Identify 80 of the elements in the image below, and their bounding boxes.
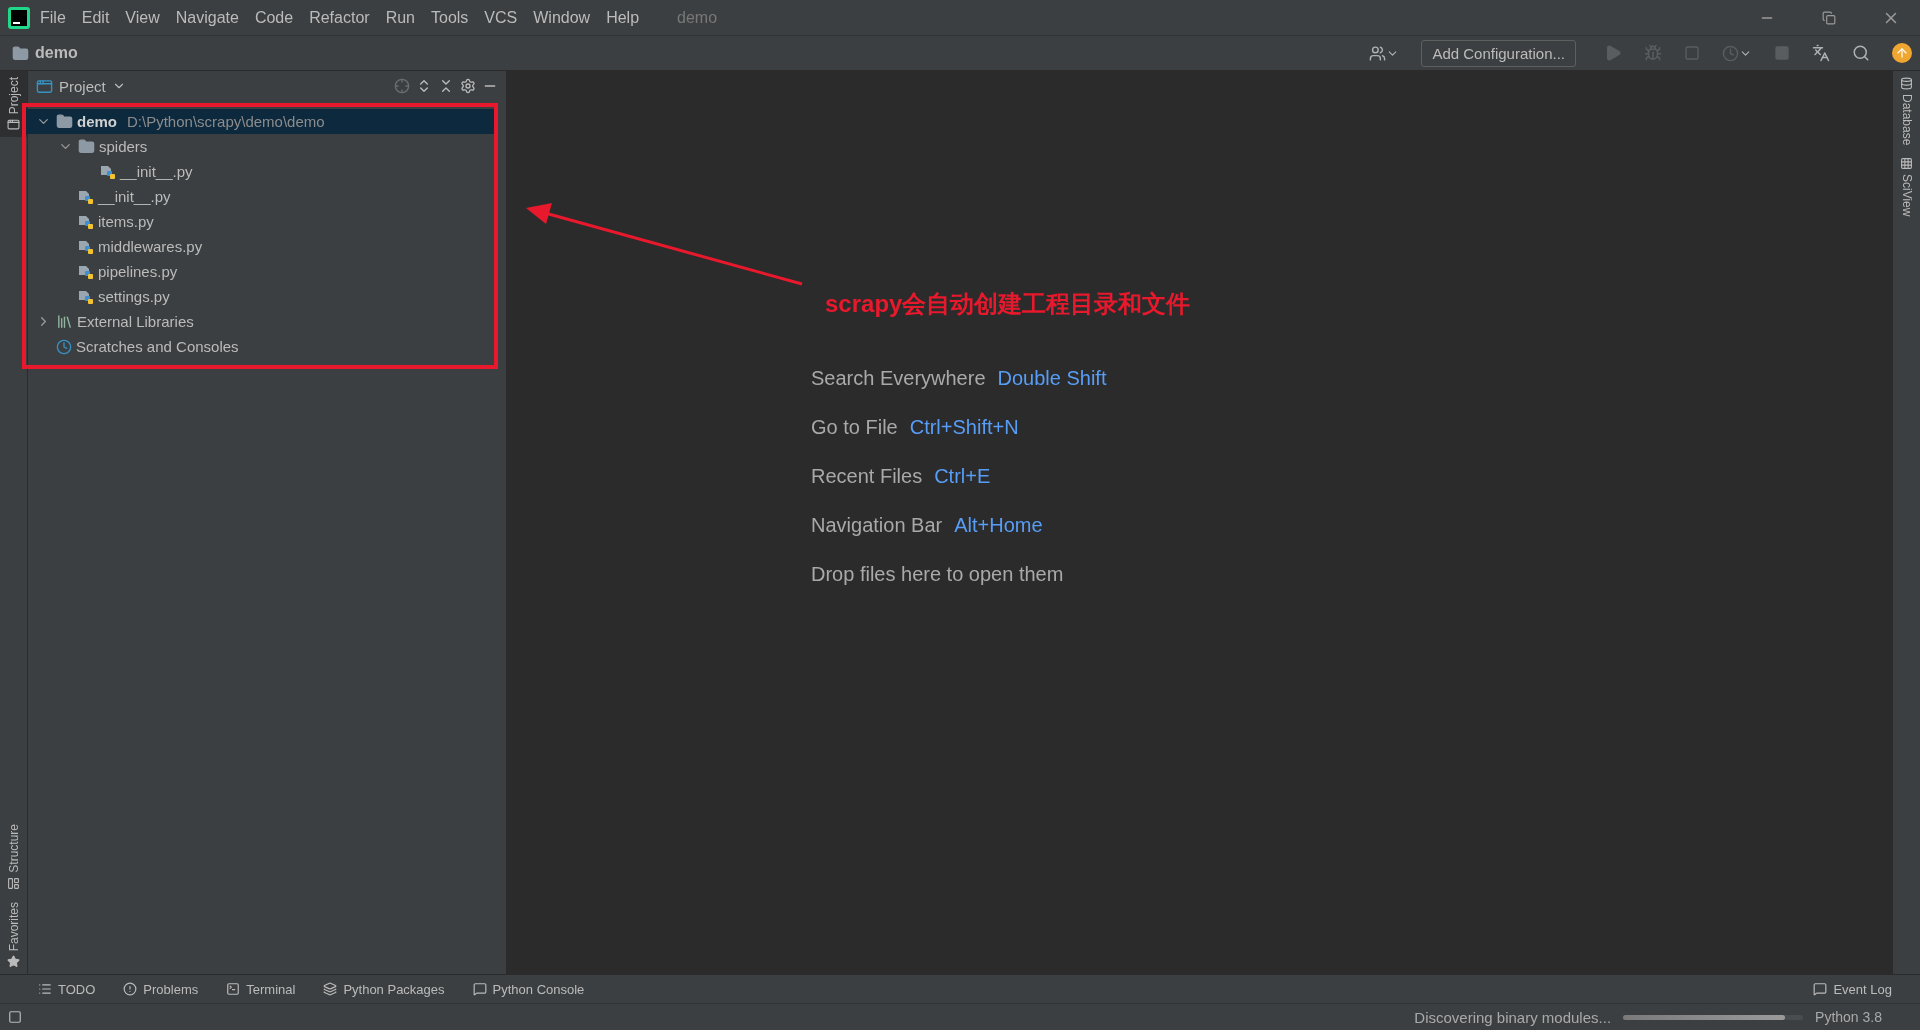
side-tab[interactable]: Favorites <box>0 895 27 974</box>
panel-title[interactable]: Project <box>59 77 106 95</box>
tree-item[interactable]: Scratches and Consoles <box>26 334 494 359</box>
star-icon <box>7 955 20 968</box>
tree-item[interactable]: pipelines.py <box>26 259 494 284</box>
shortcut-text: Alt+Home <box>954 514 1043 537</box>
menu-item[interactable]: Navigate <box>169 8 245 27</box>
tree-item[interactable]: demo D:\Python\scrapy\demo\demo <box>26 109 494 134</box>
menu-item[interactable]: Edit <box>75 8 116 27</box>
file-name: demo <box>77 113 117 130</box>
menu-item[interactable]: View <box>119 8 166 27</box>
file-name: Scratches and Consoles <box>76 338 239 355</box>
side-tab[interactable]: Structure <box>0 817 27 896</box>
file-name: middlewares.py <box>98 238 203 255</box>
update-icon[interactable] <box>1892 43 1912 63</box>
translate-icon[interactable] <box>1812 44 1830 62</box>
interpreter-label[interactable]: Python 3.8 <box>1815 1009 1882 1025</box>
locate-icon[interactable] <box>394 78 410 94</box>
terminal-icon <box>226 982 241 996</box>
annotation-text: scrapy会自动创建工程目录和文件 <box>825 289 1191 319</box>
warning-icon <box>123 982 138 996</box>
panel-icon <box>36 77 53 95</box>
menu-item[interactable]: Refactor <box>303 8 376 27</box>
grid-icon <box>1900 157 1913 171</box>
shortcut-text: Ctrl+E <box>934 465 991 488</box>
menu-item[interactable]: VCS <box>478 8 524 27</box>
hint-text: Recent Files <box>811 465 923 488</box>
list-icon <box>38 982 52 996</box>
package-folder-icon <box>78 138 95 155</box>
structure-icon <box>7 876 20 890</box>
menu-item[interactable]: File <box>34 8 72 27</box>
file-name: pipelines.py <box>98 263 178 280</box>
tool-window-button[interactable]: Terminal <box>226 981 296 997</box>
tree-item[interactable]: middlewares.py <box>26 234 494 259</box>
add-configuration-button[interactable]: Add Configuration... <box>1421 39 1576 67</box>
speech-bubble-icon <box>1813 982 1828 996</box>
breadcrumb[interactable]: demo <box>35 44 78 62</box>
file-name: __init__.py <box>98 188 171 205</box>
tool-window-button[interactable]: TODO <box>38 981 96 997</box>
shortcut-text: Double Shift <box>997 367 1107 390</box>
menu-item[interactable]: Run <box>379 8 421 27</box>
hint-text: Navigation Bar <box>811 514 943 537</box>
file-name: items.py <box>98 213 154 230</box>
menu-item[interactable]: Window <box>527 8 597 27</box>
side-tab[interactable]: Database <box>1893 71 1920 152</box>
settings-icon[interactable] <box>460 78 476 94</box>
file-name: settings.py <box>98 288 170 305</box>
panel-toggle-icon[interactable] <box>8 1010 22 1024</box>
event-log-button[interactable]: Event Log <box>1813 981 1892 997</box>
status-message: Discovering binary modules... <box>1414 1008 1612 1026</box>
tool-window-button[interactable]: Problems <box>123 981 199 997</box>
menu-item[interactable]: Help <box>600 8 646 27</box>
window-title: demo <box>677 8 719 27</box>
file-name: spiders <box>99 138 148 155</box>
file-name: __init__.py <box>120 163 193 180</box>
layers-icon <box>323 982 338 996</box>
database-icon <box>1900 77 1913 90</box>
hint-text: Go to File <box>811 416 898 439</box>
hint-text: Search Everywhere <box>811 367 986 390</box>
tree-item[interactable]: spiders <box>26 134 494 159</box>
tool-window-button[interactable]: Python Console <box>472 981 585 997</box>
tree-item[interactable]: __init__.py <box>26 184 494 209</box>
menu-item[interactable]: Tools <box>425 8 475 27</box>
users-icon[interactable] <box>1369 44 1387 62</box>
app-logo <box>8 6 30 29</box>
tree-item[interactable]: settings.py <box>26 284 494 309</box>
libraries-icon <box>56 313 73 330</box>
restore-icon[interactable] <box>1822 10 1836 25</box>
shortcut-text: Ctrl+Shift+N <box>909 416 1019 439</box>
file-name: External Libraries <box>77 313 194 330</box>
search-icon[interactable] <box>1852 44 1870 62</box>
tree-item[interactable]: items.py <box>26 209 494 234</box>
tool-window-button[interactable]: Python Packages <box>323 981 445 997</box>
menu-item[interactable]: Code <box>248 8 300 27</box>
tree-item[interactable]: External Libraries <box>26 309 494 334</box>
side-tab[interactable]: SciView <box>1893 151 1920 223</box>
scratches-icon <box>56 338 72 355</box>
tree-item[interactable]: __init__.py <box>26 159 494 184</box>
hint-text: Drop files here to open them <box>811 563 1064 586</box>
folder-path: D:\Python\scrapy\demo\demo <box>127 113 325 130</box>
